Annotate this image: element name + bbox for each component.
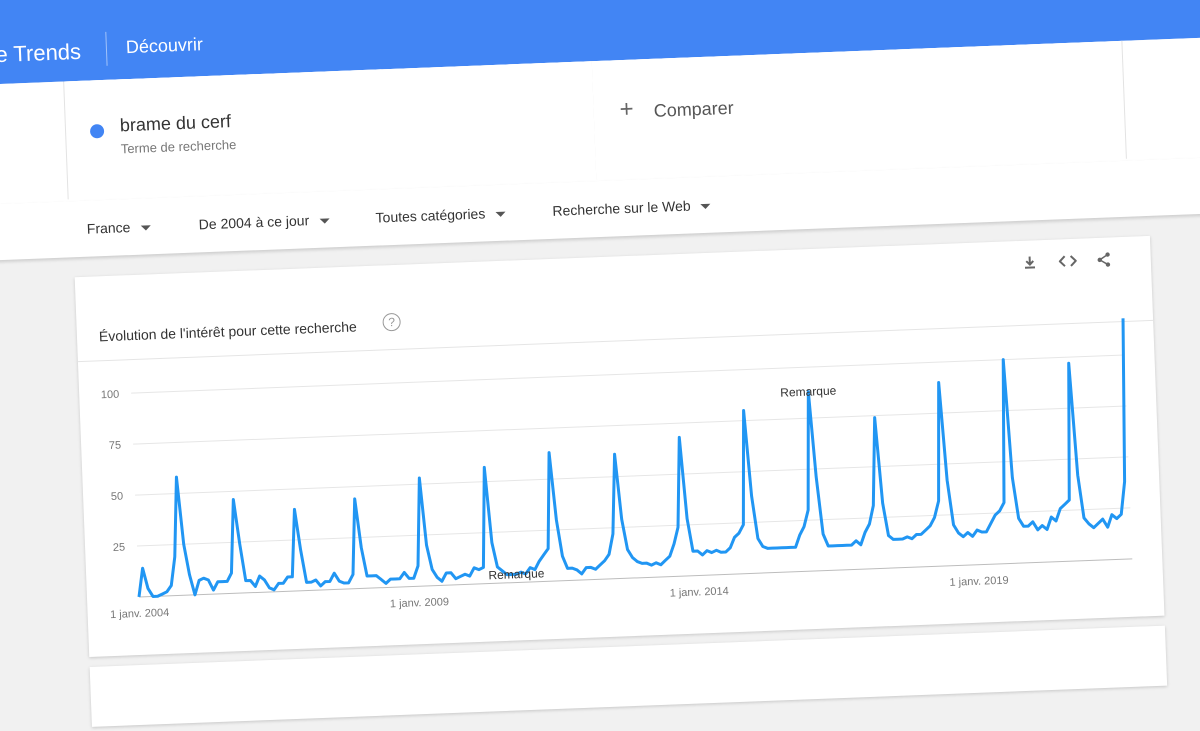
series-color-dot xyxy=(89,123,105,139)
help-icon[interactable]: ? xyxy=(382,312,401,332)
annotation-label: Remarque xyxy=(780,384,837,400)
compare-button[interactable]: Comparer xyxy=(653,98,734,122)
category-dropdown[interactable]: Toutes catégories xyxy=(375,205,506,226)
page-stage: ogle Trends Découvrir brame du cerf Term… xyxy=(0,0,1200,727)
gridline-100 xyxy=(131,354,1125,394)
embed-icon[interactable] xyxy=(1056,253,1079,276)
gridline-50 xyxy=(135,456,1129,496)
search-term[interactable]: brame du cerf xyxy=(119,111,231,136)
region-dropdown[interactable]: France xyxy=(86,218,151,237)
x-tick-label: 1 janv. 2004 xyxy=(110,607,170,621)
search-term-type: Terme de recherche xyxy=(120,136,237,157)
y-tick-label: 50 xyxy=(111,491,124,503)
interest-line-chart: 25 50 75 100 1 janv. 2004 1 janv. 2009 1 janv.… xyxy=(101,318,1133,621)
x-tick-label: 1 janv. 2009 xyxy=(390,596,450,610)
y-tick-label: 75 xyxy=(109,440,122,452)
x-tick-label: 1 janv. 2014 xyxy=(669,585,729,599)
interest-over-time-card: Évolution de l'intérêt pour cette recher… xyxy=(74,235,1165,657)
gridline-25 xyxy=(137,507,1131,547)
plus-icon[interactable]: + xyxy=(619,96,634,125)
search-term-card[interactable]: brame du cerf Terme de recherche xyxy=(63,61,598,200)
nav-discover-link[interactable]: Découvrir xyxy=(125,34,203,58)
search-type-dropdown[interactable]: Recherche sur le Web xyxy=(552,197,711,219)
search-type-label: Recherche sur le Web xyxy=(552,197,691,219)
y-tick-label: 100 xyxy=(101,389,120,402)
period-label: De 2004 à ce jour xyxy=(198,212,310,233)
period-dropdown[interactable]: De 2004 à ce jour xyxy=(198,211,330,233)
gridline-75 xyxy=(133,405,1127,445)
google-trends-logo[interactable]: ogle Trends xyxy=(0,39,81,69)
download-icon[interactable] xyxy=(1019,254,1042,277)
chevron-down-icon xyxy=(700,203,711,209)
chevron-down-icon xyxy=(319,218,330,224)
chevron-down-icon xyxy=(140,225,151,231)
y-tick-label: 25 xyxy=(113,541,126,553)
share-icon[interactable] xyxy=(1092,251,1115,274)
header-divider xyxy=(105,31,108,66)
x-tick-label: 1 janv. 2019 xyxy=(949,575,1009,589)
annotation-label: Remarque xyxy=(488,566,545,582)
category-label: Toutes catégories xyxy=(375,205,486,226)
region-label: France xyxy=(86,219,131,237)
chevron-down-icon xyxy=(495,211,506,217)
compare-card[interactable]: + Comparer xyxy=(591,40,1127,180)
chart-title: Évolution de l'intérêt pour cette recher… xyxy=(98,318,358,345)
